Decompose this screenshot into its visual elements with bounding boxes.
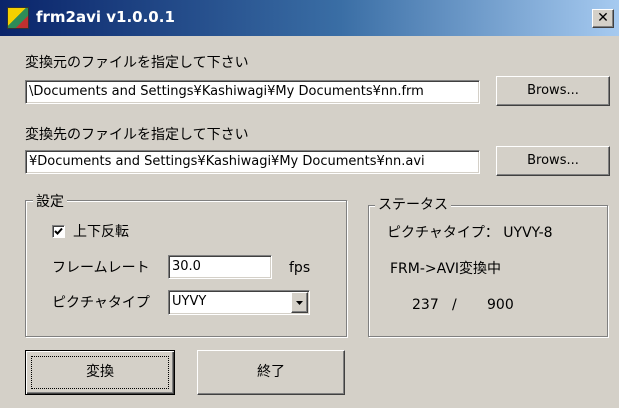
source-browse-button[interactable]: Brows...	[496, 76, 610, 106]
picture-type-select[interactable]: UYVY	[168, 290, 310, 315]
progress-current: 237	[412, 297, 439, 313]
picture-type-dropdown-button[interactable]	[291, 292, 308, 313]
dest-browse-button[interactable]: Brows...	[496, 146, 610, 176]
framerate-label: フレームレート	[52, 260, 150, 276]
source-file-input[interactable]: \Documents and Settings¥Kashiwagi¥My Doc…	[25, 80, 480, 104]
flip-label: 上下反転	[73, 224, 129, 240]
status-state: FRM->AVI変換中	[390, 261, 502, 277]
exit-button[interactable]: 終了	[197, 350, 345, 395]
close-icon: ✕	[597, 10, 609, 26]
picture-type-label: ピクチャタイプ	[52, 295, 150, 311]
progress-total: 900	[487, 297, 514, 313]
chevron-down-icon	[296, 301, 303, 305]
close-button[interactable]: ✕	[592, 9, 614, 28]
source-file-label: 変換元のファイルを指定して下さい	[25, 55, 249, 71]
flip-checkbox[interactable]	[52, 225, 65, 238]
dest-file-label: 変換先のファイルを指定して下さい	[25, 127, 249, 143]
window-title: frm2avi v1.0.0.1	[36, 8, 175, 26]
framerate-input[interactable]: 30.0	[168, 255, 272, 279]
framerate-unit: fps	[289, 260, 311, 276]
checkmark-icon	[54, 227, 63, 235]
status-group-title: ステータス	[375, 194, 451, 214]
convert-button[interactable]: 変換	[25, 350, 175, 395]
dest-file-input[interactable]: ¥Documents and Settings¥Kashiwagi¥My Doc…	[25, 150, 480, 174]
app-icon	[7, 7, 29, 29]
convert-button-label: 変換	[86, 364, 114, 380]
settings-group-title: 設定	[33, 191, 67, 211]
status-picture-type: ピクチャタイプ： UYVY-8	[387, 225, 553, 241]
progress-separator: /	[452, 297, 457, 313]
picture-type-value: UYVY	[172, 294, 207, 309]
